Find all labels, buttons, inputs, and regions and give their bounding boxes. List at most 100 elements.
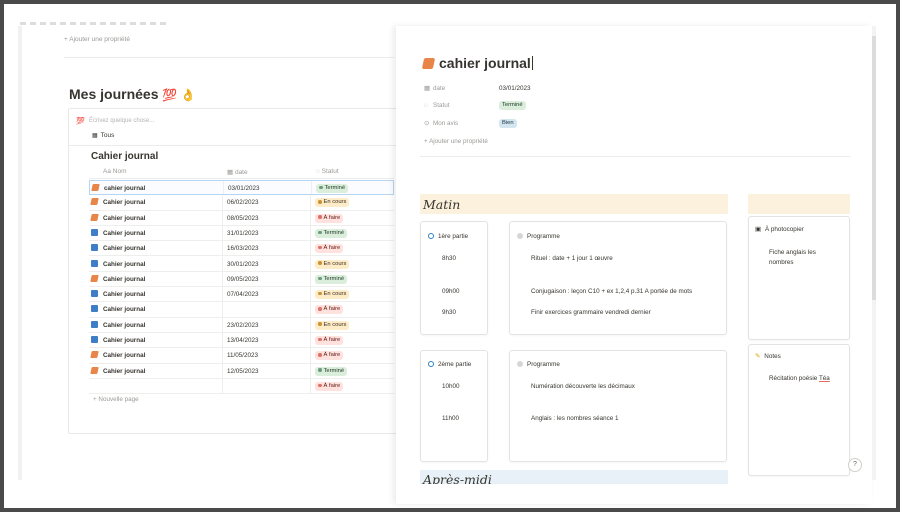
property-date-value[interactable]: 03/01/2023 <box>499 85 531 92</box>
row-date[interactable]: 30/01/2023 <box>227 261 259 268</box>
row-name[interactable]: Cahier journal <box>90 351 145 359</box>
row-name[interactable]: Cahier journal <box>91 305 145 313</box>
notebook-icon <box>421 58 436 69</box>
book-icon <box>91 244 98 252</box>
add-property-link[interactable]: + Ajouter une propriété <box>64 36 130 43</box>
status-badge[interactable]: Terminé <box>315 366 348 376</box>
row-date[interactable]: 11/05/2023 <box>227 352 258 359</box>
status-badge[interactable]: À faire <box>315 244 344 254</box>
status-badge[interactable]: En cours <box>315 198 350 208</box>
table-row[interactable]: Cahier journal 16/03/2023 À faire <box>89 241 394 257</box>
row-name[interactable]: Cahier journal <box>91 320 146 329</box>
row-date[interactable]: 13/04/2023 <box>227 337 259 344</box>
table-row[interactable]: Cahier journal 09/05/2023 Terminé <box>89 271 394 288</box>
table-row[interactable]: Cahier journal 30/01/2023 En cours <box>89 256 394 272</box>
column-header-date[interactable]: ▦ date <box>227 168 248 176</box>
row-date[interactable]: 06/02/2023 <box>227 199 259 206</box>
tabs-divider <box>69 145 397 146</box>
row-name[interactable]: Cahier journal <box>91 228 145 237</box>
row-name[interactable]: Cahier journal <box>90 213 145 222</box>
circle-icon <box>517 233 523 239</box>
table-row[interactable]: Cahier journal 12/05/2023 Terminé <box>89 363 394 379</box>
row-name[interactable]: cahier journal <box>91 184 145 192</box>
column-divider <box>223 181 224 195</box>
property-mon-avis-value[interactable]: Bien <box>499 119 517 128</box>
status-badge-label: À faire <box>323 306 341 313</box>
row-name[interactable]: Cahier journal <box>90 274 145 283</box>
right-scrollbar[interactable] <box>872 36 876 300</box>
table-row[interactable]: Cahier journal 06/02/2023 En cours <box>89 195 394 211</box>
new-page-button[interactable]: + Nouvelle page <box>93 396 139 403</box>
status-badge[interactable]: Terminé <box>315 228 348 238</box>
left-scrollbar[interactable] <box>18 26 22 480</box>
programme-line: Anglais : les nombres séance 1 <box>531 415 619 422</box>
row-name[interactable]: Cahier journal <box>91 244 145 252</box>
table-row[interactable]: Cahier journal 23/02/2023 En cours <box>89 317 394 333</box>
column-header-status[interactable]: ◌ Statut <box>316 168 339 175</box>
part1-title: 1ère partie <box>428 233 468 240</box>
apres-midi-heading: Après-midi <box>420 470 728 484</box>
property-date[interactable]: ▦ date <box>424 85 445 92</box>
row-date[interactable]: 23/02/2023 <box>227 322 259 329</box>
property-mon-avis[interactable]: ⊙ Mon avis <box>424 120 458 127</box>
property-status[interactable]: ◌ Statut <box>424 102 449 109</box>
status-badge[interactable]: À faire <box>315 336 344 345</box>
help-button[interactable]: ? <box>848 458 862 472</box>
status-badge[interactable]: Terminé <box>315 274 348 284</box>
status-badge[interactable]: En cours <box>315 259 350 269</box>
row-name[interactable]: Cahier journal <box>91 290 145 298</box>
column-divider <box>310 317 311 332</box>
table-row[interactable]: Cahier journal 08/05/2023 À faire <box>89 210 394 226</box>
row-date[interactable]: 03/01/2023 <box>228 185 260 192</box>
part2-title: 2ème partie <box>428 361 471 368</box>
add-property-button[interactable]: + Ajouter une propriété <box>424 138 488 145</box>
table-row[interactable]: Cahier journal 31/01/2023 Terminé <box>89 225 394 242</box>
view-tab-all[interactable]: ▦ Tous <box>92 132 114 139</box>
table-row[interactable]: Cahier journal 11/05/2023 À faire <box>89 348 394 364</box>
hundred-icon: 💯 <box>76 118 85 125</box>
database-title: Mes journées 💯 👌 <box>69 86 196 102</box>
table-row[interactable]: Cahier journal 07/04/2023 En cours <box>89 287 394 303</box>
status-badge-label: En cours <box>323 291 347 298</box>
property-status-value[interactable]: Terminé <box>499 101 526 110</box>
row-name[interactable]: Cahier journal <box>90 198 145 206</box>
row-date[interactable]: 09/05/2023 <box>227 276 259 283</box>
row-date[interactable]: 12/05/2023 <box>227 368 259 375</box>
status-badge[interactable]: À faire <box>315 351 344 361</box>
table-row[interactable]: cahier journal 03/01/2023 Terminé <box>89 180 394 196</box>
status-badge[interactable]: À faire <box>315 213 344 223</box>
column-divider <box>222 363 223 378</box>
row-name[interactable]: Cahier journal <box>90 366 145 375</box>
row-date[interactable]: 08/05/2023 <box>227 215 259 222</box>
status-badge[interactable]: À faire <box>315 305 344 315</box>
row-name-text: Cahier journal <box>103 260 146 268</box>
row-date[interactable]: 31/01/2023 <box>227 230 259 237</box>
column-header-name[interactable]: Aa Nom <box>103 168 126 175</box>
part1-label: 1ère partie <box>438 233 469 240</box>
status-badge[interactable]: À faire <box>315 381 344 391</box>
status-badge-label: Terminé <box>323 367 345 374</box>
row-date[interactable]: 16/03/2023 <box>227 245 259 252</box>
row-name[interactable]: Cahier journal <box>91 259 146 268</box>
page-title[interactable]: cahier journal <box>421 55 533 71</box>
status-badge-label: À faire <box>323 337 341 343</box>
photocopy-card[interactable] <box>748 216 850 340</box>
column-divider <box>310 256 311 271</box>
notes-line: Récitation poésie Téa <box>769 375 830 382</box>
row-name[interactable]: Cahier journal <box>91 336 145 344</box>
status-dot <box>318 307 322 311</box>
table-row[interactable]: À faire <box>89 378 394 395</box>
matin-heading-text: Matin <box>423 197 461 212</box>
time-slot: 09h00 <box>442 288 460 295</box>
write-something-input[interactable]: Écrivez quelque chose... <box>89 118 154 124</box>
status-badge[interactable]: Terminé <box>316 184 349 193</box>
row-date[interactable]: 07/04/2023 <box>227 291 259 298</box>
time-slot: 11h00 <box>442 415 460 422</box>
notes-card[interactable] <box>748 344 850 476</box>
notebook-icon <box>90 198 99 206</box>
table-row[interactable]: Cahier journal 13/04/2023 À faire <box>89 333 394 349</box>
row-name-text: Cahier journal <box>103 321 146 329</box>
table-row[interactable]: Cahier journal À faire <box>89 302 394 318</box>
status-badge[interactable]: En cours <box>315 320 350 330</box>
status-badge[interactable]: En cours <box>315 290 350 300</box>
